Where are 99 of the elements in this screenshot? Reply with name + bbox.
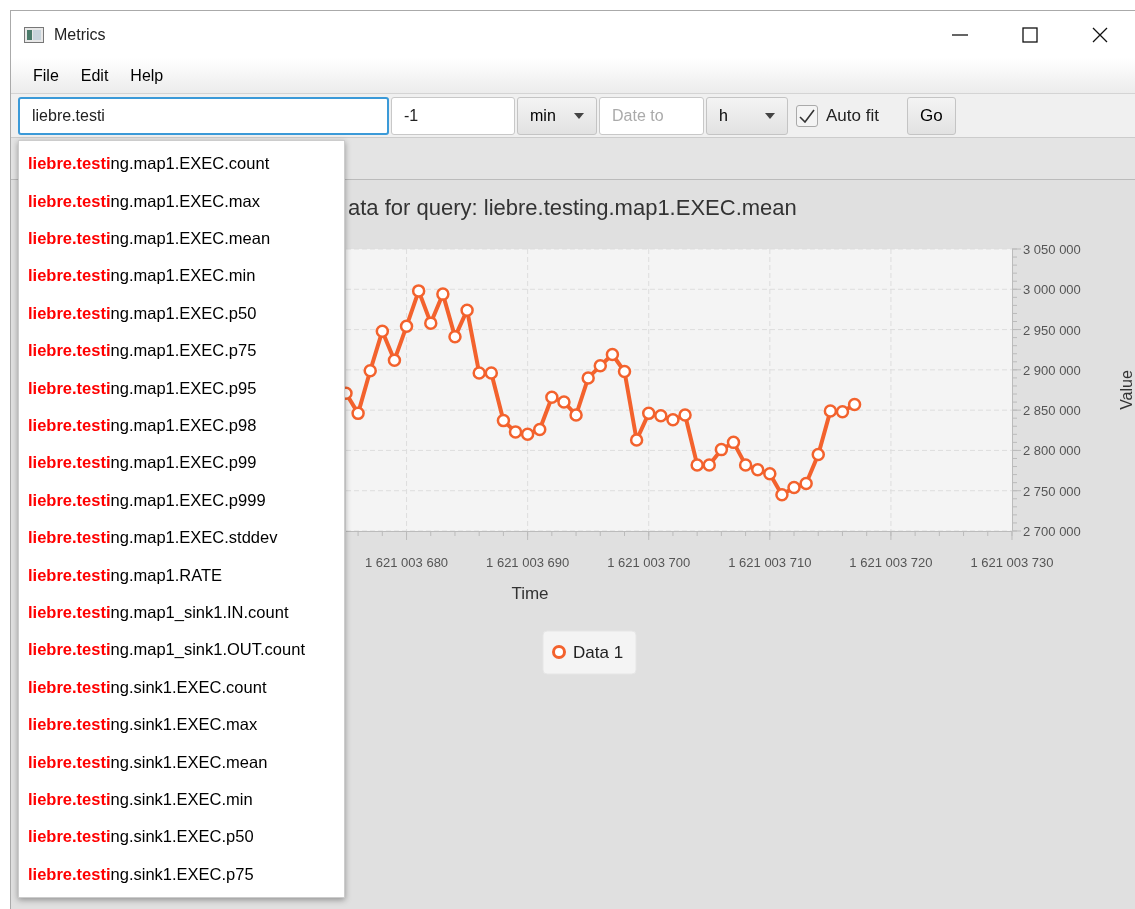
data-point: [738, 458, 753, 472]
data-point: [799, 476, 813, 491]
x-tick-label: 1 621 003 690: [486, 555, 570, 570]
data-point: [424, 316, 438, 330]
x-tick-label: 1 621 003 730: [970, 555, 1054, 570]
x-tick-label: 1 621 003 720: [849, 555, 933, 570]
suggestion-item[interactable]: liebre.testing.sink1.EXEC.max: [19, 705, 344, 744]
app-icon: [24, 26, 44, 43]
suggestion-item[interactable]: liebre.testing.map1.EXEC.max: [19, 182, 344, 220]
data-point: [642, 406, 656, 421]
suggestion-item[interactable]: liebre.testing.sink1.EXEC.p50: [19, 818, 344, 856]
y-tick-label: 3 050 000: [1023, 242, 1081, 257]
data-point: [484, 366, 499, 380]
suggestion-item[interactable]: liebre.testing.map1.EXEC.min: [19, 257, 344, 295]
data-point: [847, 397, 862, 412]
data-point: [702, 458, 716, 472]
data-point: [557, 395, 571, 409]
suggestion-item[interactable]: liebre.testing.sink1.EXEC.min: [19, 780, 344, 819]
data-point: [714, 442, 729, 457]
suggestion-item[interactable]: liebre.testing.sink1.EXEC.mean: [19, 743, 344, 781]
legend-label: Data 1: [573, 643, 624, 662]
legend-marker-icon: [552, 645, 566, 659]
data-point: [775, 488, 789, 502]
suggestion-item[interactable]: liebre.testing.map1.EXEC.count: [19, 145, 344, 183]
data-point: [472, 366, 486, 380]
data-point: [460, 303, 474, 317]
data-point: [617, 364, 632, 379]
data-point: [581, 371, 595, 385]
data-point: [387, 353, 402, 367]
data-point: [654, 409, 668, 423]
y-axis-title: Value: [1118, 370, 1135, 410]
y-tick-label: 2 850 000: [1023, 403, 1081, 419]
suggestion-item[interactable]: liebre.testing.map1.EXEC.p50: [19, 294, 344, 332]
data-point: [787, 480, 801, 495]
data-point: [678, 408, 692, 422]
caret-icon: [765, 112, 775, 119]
data-point: [629, 433, 644, 447]
maximize-icon: [1021, 25, 1039, 44]
y-tick-label: 2 800 000: [1023, 443, 1081, 459]
data-point: [811, 447, 825, 462]
data-point: [533, 422, 547, 437]
data-point: [666, 413, 680, 427]
data-point: [545, 390, 559, 404]
y-tick-label: 2 700 000: [1023, 524, 1081, 539]
suggestion-item[interactable]: liebre.testing.map1.EXEC.p99: [19, 444, 344, 482]
suggestion-item[interactable]: liebre.testing.map1.EXEC.p999: [19, 481, 344, 519]
suggestion-item[interactable]: liebre.testing.sink1.EXEC.count: [19, 668, 344, 706]
data-point: [569, 408, 583, 422]
y-tick-label: 3 000 000: [1023, 282, 1081, 298]
check-icon: [799, 108, 815, 123]
data-point: [750, 463, 765, 477]
suggestion-item[interactable]: liebre.testing.map1_sink1.OUT.count: [19, 631, 344, 669]
suggestion-item[interactable]: liebre.testing.map1.EXEC.mean: [19, 219, 344, 258]
caret-icon: [574, 112, 584, 119]
menu-item[interactable]: File: [25, 61, 67, 90]
date-to-field[interactable]: Date to: [599, 96, 704, 135]
go-button[interactable]: Go: [906, 96, 956, 135]
data-point: [690, 458, 704, 472]
suggestion-item[interactable]: liebre.testing.map1.EXEC.p95: [19, 369, 344, 407]
data-point: [436, 287, 450, 301]
menu-item[interactable]: Help: [122, 61, 172, 90]
offset-field[interactable]: -1: [391, 96, 515, 135]
data-point: [496, 413, 511, 428]
suggestion-item[interactable]: liebre.testing.sink1.EXEC.p75: [19, 855, 344, 893]
x-axis-title: Time: [511, 584, 549, 603]
data-point: [448, 330, 462, 344]
auto-fit-checkbox[interactable]: Auto fit: [796, 102, 879, 129]
minimize-icon: [952, 33, 968, 36]
data-point: [605, 347, 620, 362]
menu-item[interactable]: Edit: [72, 61, 117, 90]
step-dropdown[interactable]: h: [706, 96, 788, 135]
suggestion-item[interactable]: liebre.testing.map1.EXEC.stddev: [19, 518, 344, 557]
data-point: [399, 319, 414, 334]
data-point: [835, 405, 850, 419]
data-point: [823, 404, 838, 418]
y-tick-label: 2 900 000: [1023, 362, 1081, 378]
data-point: [411, 284, 426, 298]
suggestion-item[interactable]: liebre.testing.map1.RATE: [19, 556, 344, 594]
suggestion-item[interactable]: liebre.testing.map1.EXEC.p98: [19, 406, 344, 445]
window-title: Metrics: [54, 24, 106, 45]
suggestion-item[interactable]: liebre.testing.map1.EXEC.p75: [19, 331, 344, 370]
x-tick-label: 1 621 003 710: [728, 555, 812, 570]
y-tick-label: 2 750 000: [1023, 483, 1081, 499]
data-point: [593, 359, 608, 373]
data-point: [508, 425, 523, 439]
unit-dropdown[interactable]: min: [517, 96, 597, 135]
data-point: [726, 435, 741, 450]
data-point: [363, 363, 377, 378]
chart-title: ata for query: liebre.testing.map1.EXEC.mean: [348, 195, 797, 220]
y-tick-label: 2 950 000: [1023, 322, 1081, 338]
data-point: [375, 324, 390, 338]
data-point: [351, 406, 365, 421]
suggestion-item[interactable]: liebre.testing.map1_sink1.IN.count: [19, 593, 344, 632]
x-tick-label: 1 621 003 680: [365, 555, 449, 570]
query-field[interactable]: liebre.testi: [18, 96, 389, 135]
data-point: [520, 427, 535, 442]
data-point: [763, 467, 777, 481]
close-icon: [1091, 25, 1109, 44]
x-tick-label: 1 621 003 700: [607, 555, 691, 570]
